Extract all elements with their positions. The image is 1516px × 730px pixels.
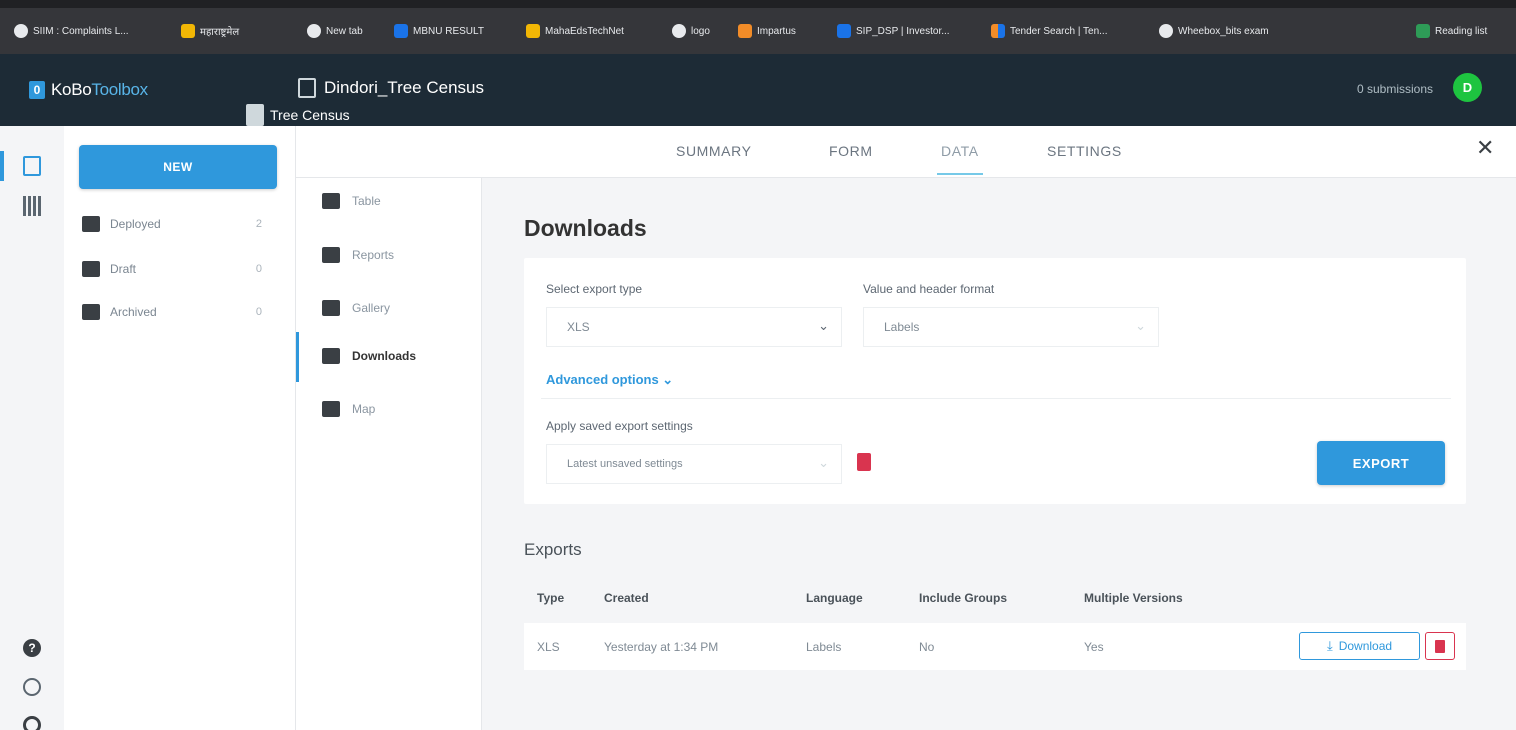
chevron-down-icon: ⌄ [818,318,829,333]
user-avatar[interactable]: D [1453,73,1482,102]
divider [541,398,1451,399]
bookmark-favicon [837,24,851,38]
form-tab-bar: SUMMARY FORM DATA SETTINGS [296,126,1516,178]
exports-heading: Exports [524,540,582,559]
bookmark-item[interactable]: महाराष्ट्रमेल [181,22,239,40]
submission-count: 0 submissions [1356,82,1433,96]
count-badge: 0 [255,306,262,318]
bookmark-favicon [394,24,408,38]
saved-settings-select[interactable]: Latest unsaved settings ⌄ [546,444,842,484]
library-icon[interactable] [23,196,41,216]
subnav-active-indicator [296,332,299,382]
logo-mark-icon: 0 [29,81,45,99]
subnav-table[interactable]: Table [322,190,381,212]
globe-icon [672,24,686,38]
bookmark-item[interactable]: SIP_DSP | Investor... [837,22,950,40]
advanced-options-toggle[interactable]: Advanced options ⌄ [546,372,673,388]
cell-language: Labels [806,640,842,654]
bookmark-item[interactable]: MahaEdsTechNet [526,22,624,40]
bookmark-item[interactable]: New tab [307,22,363,40]
subnav-gallery[interactable]: Gallery [322,297,390,319]
subnav-reports[interactable]: Reports [322,244,394,266]
sidebar-item-draft[interactable]: Draft 0 [82,257,272,281]
delete-export-button[interactable] [1425,632,1455,660]
chevron-down-icon: ⌄ [1135,318,1146,333]
count-badge: 2 [255,218,262,230]
map-icon [322,401,340,417]
tab-data[interactable]: DATA [937,143,983,175]
tab-settings[interactable]: SETTINGS [1047,143,1122,159]
reading-list-icon [1416,24,1430,38]
column-header-created: Created [604,591,649,605]
forms-icon[interactable] [23,156,41,176]
column-header-type: Type [537,591,565,605]
sidebar-item-deployed[interactable]: Deployed 2 [82,212,272,236]
chevron-down-icon: ⌄ [818,455,829,470]
bookmark-favicon [526,24,540,38]
download-icon [322,348,340,364]
download-icon: ⤓ [1326,638,1333,653]
app-header: 0 KoBoToolbox Dindori_Tree Census [0,54,1516,126]
bookmark-item[interactable]: Tender Search | Ten... [991,22,1107,40]
table-icon [322,193,340,209]
globe-icon [307,24,321,38]
browser-bookmarks-bar: SIIM : Complaints L... महाराष्ट्रमेल New… [0,0,1516,54]
delete-settings-trash-icon[interactable] [857,453,871,471]
bookmark-item[interactable]: MBNU RESULT [394,22,484,40]
bookmark-item[interactable]: Impartus [738,22,796,40]
format-select[interactable]: Labels ⌄ [863,307,1159,347]
sidebar-item-archived[interactable]: Archived 0 [82,300,272,324]
bookmark-item[interactable]: logo [672,22,710,40]
reports-icon [322,247,340,263]
bookmark-favicon [738,24,752,38]
new-project-button[interactable]: NEW [79,145,277,189]
gallery-icon [322,300,340,316]
column-header-language: Language [806,591,863,605]
bookmark-item[interactable]: SIIM : Complaints L... [14,22,129,40]
document-icon [246,104,264,126]
bookmark-item[interactable]: Wheebox_bits exam [1159,22,1269,40]
cell-multiple-versions: Yes [1084,640,1104,654]
saved-settings-label: Apply saved export settings [546,419,693,433]
trash-icon [1435,639,1445,653]
count-badge: 0 [255,263,262,275]
format-label: Value and header format [863,282,995,296]
download-button[interactable]: ⤓ Download [1299,632,1420,660]
form-title: Dindori_Tree Census [298,78,484,98]
subnav-map[interactable]: Map [322,398,375,420]
rocket-icon [82,216,100,232]
column-header-multiple-versions: Multiple Versions [1084,591,1183,605]
subnav-downloads[interactable]: Downloads [322,345,416,367]
reading-list-button[interactable]: Reading list [1416,22,1487,40]
page-title: Downloads [524,215,647,241]
language-icon[interactable] [23,678,41,696]
draft-icon [82,261,100,277]
help-icon[interactable]: ? [23,639,41,657]
github-icon[interactable] [23,716,41,730]
rail-active-indicator [0,151,4,181]
close-icon[interactable]: ✕ [1476,135,1494,161]
form-document-icon [298,78,316,98]
cell-created: Yesterday at 1:34 PM [604,640,719,654]
browser-top-strip [0,0,1516,8]
globe-icon [1159,24,1173,38]
export-button[interactable]: EXPORT [1317,441,1445,485]
column-header-include-groups: Include Groups [919,591,1008,605]
cell-type: XLS [537,640,560,654]
export-type-select[interactable]: XLS ⌄ [546,307,842,347]
export-type-label: Select export type [546,282,643,296]
globe-icon [14,24,28,38]
kobotoolbox-logo[interactable]: 0 KoBoToolbox [29,80,148,100]
archive-icon [82,304,100,320]
bookmark-favicon [991,24,1005,38]
tab-summary[interactable]: SUMMARY [676,143,752,159]
tab-form[interactable]: FORM [829,143,873,159]
bookmark-favicon [181,24,195,38]
cell-include-groups: No [919,640,935,654]
